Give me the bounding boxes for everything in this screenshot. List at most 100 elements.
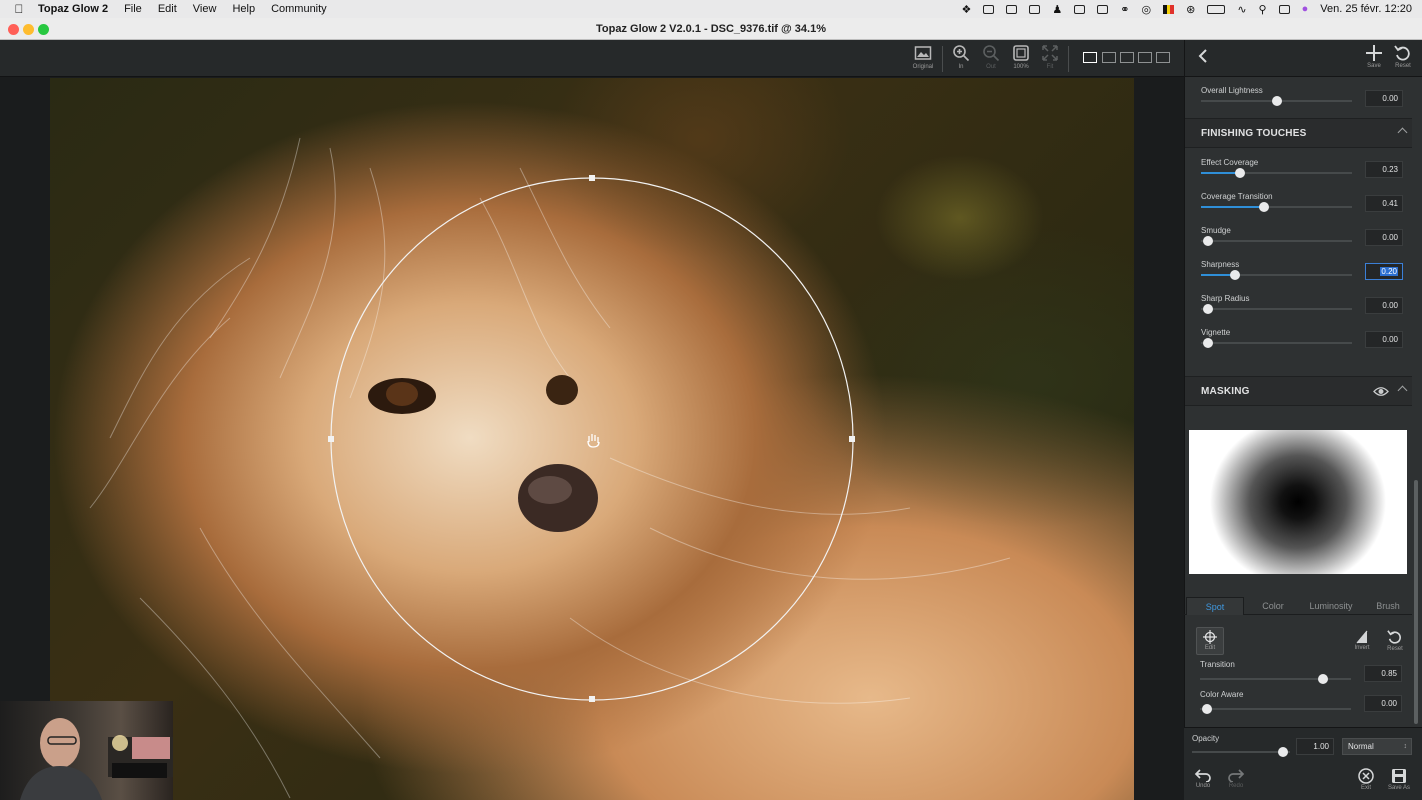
slider-knob[interactable] bbox=[1235, 168, 1245, 178]
grid-icon[interactable] bbox=[1074, 4, 1086, 14]
close-window-icon[interactable] bbox=[8, 24, 19, 35]
eye-icon[interactable] bbox=[1373, 386, 1389, 397]
invert-mask-button[interactable]: Invert bbox=[1350, 630, 1374, 651]
slider-track[interactable] bbox=[1201, 270, 1352, 280]
menu-file[interactable]: File bbox=[124, 3, 142, 15]
control-center-icon[interactable] bbox=[1278, 4, 1290, 14]
color-aware-slider[interactable]: Color Aware 0.00 bbox=[1184, 690, 1411, 724]
slider-value[interactable]: 0.85 bbox=[1364, 665, 1402, 682]
slider-track[interactable] bbox=[1201, 236, 1352, 246]
menu-edit[interactable]: Edit bbox=[158, 3, 177, 15]
coverage-transition-slider[interactable]: Coverage Transition 0.41 bbox=[1185, 192, 1412, 226]
tab-spot[interactable]: Spot bbox=[1186, 597, 1244, 615]
smudge-slider[interactable]: Smudge 0.00 bbox=[1185, 226, 1412, 260]
zoom-in-button[interactable]: In bbox=[946, 44, 976, 74]
bluetooth-icon[interactable]: ⊛ bbox=[1186, 3, 1195, 16]
collapse-chevron-icon[interactable] bbox=[1397, 385, 1408, 396]
save-preset-button[interactable]: Save bbox=[1360, 44, 1388, 69]
menu-view[interactable]: View bbox=[193, 3, 217, 15]
zoom-100-button[interactable]: 100% bbox=[1006, 44, 1036, 74]
apple-icon[interactable]:  bbox=[0, 2, 38, 16]
single-view-icon[interactable] bbox=[1083, 52, 1097, 63]
collapse-chevron-icon[interactable] bbox=[1397, 127, 1408, 138]
sharp-radius-slider[interactable]: Sharp Radius 0.00 bbox=[1185, 294, 1412, 328]
wifi-icon[interactable]: ∿ bbox=[1237, 3, 1246, 16]
window-icon[interactable] bbox=[1006, 4, 1018, 14]
fit-button[interactable]: Fit bbox=[1035, 44, 1065, 74]
slider-knob[interactable] bbox=[1278, 747, 1288, 757]
slider-track[interactable] bbox=[1201, 168, 1352, 178]
airdrop-icon[interactable]: ◎ bbox=[1141, 3, 1151, 16]
slider-value[interactable]: 0.23 bbox=[1365, 161, 1403, 178]
save-as-button[interactable]: Save As bbox=[1386, 768, 1412, 791]
panel-scrollbar[interactable] bbox=[1414, 480, 1418, 724]
tab-brush[interactable]: Brush bbox=[1362, 597, 1414, 615]
search-icon[interactable]: ⚲ bbox=[1259, 3, 1267, 16]
mask-handle-right[interactable] bbox=[849, 436, 855, 442]
slider-knob[interactable] bbox=[1259, 202, 1269, 212]
slider-knob[interactable] bbox=[1202, 704, 1212, 714]
effect-coverage-slider[interactable]: Effect Coverage 0.23 bbox=[1185, 158, 1412, 192]
slider-value[interactable]: 0.00 bbox=[1365, 229, 1403, 246]
slider-track[interactable] bbox=[1201, 338, 1352, 348]
original-button[interactable]: Original bbox=[908, 44, 938, 74]
minimize-window-icon[interactable] bbox=[23, 24, 34, 35]
slider-track[interactable] bbox=[1200, 704, 1351, 714]
zoom-out-button[interactable]: Out bbox=[976, 44, 1006, 74]
back-button[interactable] bbox=[1189, 48, 1217, 64]
spot-edit-button[interactable]: Edit bbox=[1196, 627, 1224, 655]
mask-handle-left[interactable] bbox=[328, 436, 334, 442]
menu-community[interactable]: Community bbox=[271, 3, 327, 15]
opacity-slider[interactable]: Opacity 1.00 bbox=[1176, 734, 1336, 768]
overall-lightness-slider[interactable]: Overall Lightness 0.00 bbox=[1185, 86, 1412, 120]
slider-knob[interactable] bbox=[1230, 270, 1240, 280]
sharpness-slider[interactable]: Sharpness 0.20 bbox=[1185, 260, 1412, 294]
slider-knob[interactable] bbox=[1203, 338, 1213, 348]
slider-value[interactable]: 1.00 bbox=[1296, 738, 1334, 755]
slider-knob[interactable] bbox=[1272, 96, 1282, 106]
redo-button[interactable]: Redo bbox=[1225, 768, 1247, 789]
vignette-slider[interactable]: Vignette 0.00 bbox=[1185, 328, 1412, 362]
slider-value[interactable]: 0.00 bbox=[1365, 331, 1403, 348]
clock-datetime[interactable]: Ven. 25 févr. 12:20 bbox=[1320, 3, 1412, 15]
slider-track[interactable] bbox=[1192, 747, 1290, 757]
finishing-touches-header[interactable]: FINISHING TOUCHES bbox=[1185, 118, 1412, 148]
slider-knob[interactable] bbox=[1203, 304, 1213, 314]
hand-move-icon[interactable] bbox=[587, 434, 600, 448]
slider-value[interactable]: 0.00 bbox=[1364, 695, 1402, 712]
slider-track[interactable] bbox=[1201, 202, 1352, 212]
menu-help[interactable]: Help bbox=[232, 3, 255, 15]
screen-record-icon[interactable] bbox=[983, 4, 995, 14]
headphones-icon[interactable]: ⚭ bbox=[1120, 3, 1129, 16]
blend-mode-select[interactable]: Normal ↕ bbox=[1342, 738, 1412, 755]
undo-button[interactable]: Undo bbox=[1192, 768, 1214, 789]
mask-handle-bottom[interactable] bbox=[589, 696, 595, 702]
image-canvas[interactable] bbox=[0, 78, 1184, 800]
side-by-side-view-icon[interactable] bbox=[1138, 52, 1152, 63]
slider-value-editing[interactable]: 0.20 bbox=[1365, 263, 1403, 280]
menu-app-name[interactable]: Topaz Glow 2 bbox=[38, 3, 108, 15]
slider-value[interactable]: 0.00 bbox=[1365, 90, 1403, 107]
dog-photo[interactable] bbox=[50, 78, 1134, 800]
tab-color[interactable]: Color bbox=[1246, 597, 1300, 615]
slider-track[interactable] bbox=[1201, 96, 1352, 106]
slider-knob[interactable] bbox=[1203, 236, 1213, 246]
display-icon[interactable] bbox=[1097, 4, 1109, 14]
slider-value[interactable]: 0.41 bbox=[1365, 195, 1403, 212]
masking-header[interactable]: MASKING bbox=[1185, 376, 1412, 406]
mask-handle-top[interactable] bbox=[589, 175, 595, 181]
stacked-view-icon[interactable] bbox=[1156, 52, 1170, 63]
tab-luminosity[interactable]: Luminosity bbox=[1302, 597, 1360, 615]
exit-button[interactable]: Exit bbox=[1355, 768, 1377, 791]
person-icon[interactable]: ♟ bbox=[1052, 3, 1062, 16]
reset-mask-button[interactable]: Reset bbox=[1383, 629, 1407, 652]
slider-value[interactable]: 0.00 bbox=[1365, 297, 1403, 314]
transition-slider[interactable]: Transition 0.85 bbox=[1184, 660, 1411, 694]
slider-knob[interactable] bbox=[1318, 674, 1328, 684]
clipboard-icon[interactable] bbox=[1029, 4, 1041, 14]
dropbox-icon[interactable]: ❖ bbox=[962, 3, 972, 16]
zoom-window-icon[interactable] bbox=[38, 24, 49, 35]
siri-icon[interactable]: ● bbox=[1302, 3, 1309, 15]
slider-track[interactable] bbox=[1200, 674, 1351, 684]
split-horizontal-view-icon[interactable] bbox=[1120, 52, 1134, 63]
